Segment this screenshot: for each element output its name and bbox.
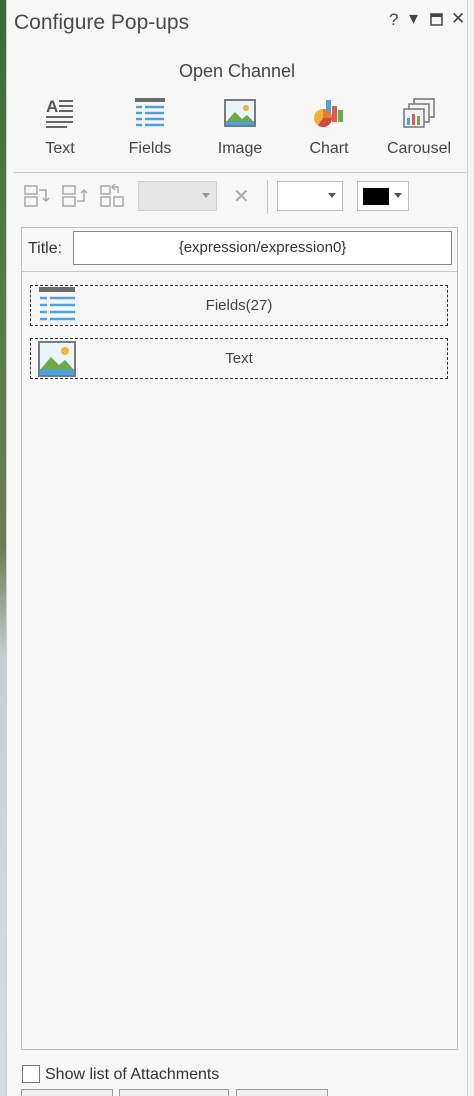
tool-label: Carousel (386, 140, 452, 157)
swap-icon (100, 183, 124, 207)
move-down-button[interactable] (60, 182, 90, 210)
bottom-button-2[interactable] (119, 1089, 229, 1096)
element-label: Text (225, 350, 253, 367)
help-icon[interactable]: ? (389, 10, 398, 30)
tool-label: Text (45, 140, 75, 157)
move-up-button[interactable] (22, 182, 52, 210)
chevron-down-icon (328, 193, 336, 198)
move-down-icon (62, 185, 88, 207)
tool-label: Chart (309, 140, 349, 157)
add-text-button[interactable]: A Text (23, 96, 97, 162)
delete-button[interactable]: ✕ (233, 184, 250, 209)
toolbar-separator (267, 180, 268, 214)
add-fields-button[interactable]: Fields (113, 96, 187, 162)
image-icon (224, 99, 256, 127)
chevron-down-icon[interactable]: ▾ (409, 8, 418, 29)
add-carousel-button[interactable]: Carousel (382, 96, 456, 162)
swap-button[interactable] (98, 182, 128, 210)
popup-element-fields[interactable]: Fields(27) (30, 285, 448, 326)
add-chart-button[interactable]: Chart (292, 96, 366, 162)
toolbar-divider (14, 172, 466, 173)
bottom-button-3[interactable] (236, 1089, 328, 1096)
layer-name: Open Channel (178, 61, 296, 81)
color-swatch (363, 188, 389, 205)
pane-title: Configure Pop-ups (14, 11, 190, 34)
element-label: Fields(27) (205, 297, 273, 314)
fields-icon (135, 98, 165, 127)
size-combo[interactable] (277, 181, 343, 211)
panel-divider (22, 271, 457, 272)
bottom-button-1[interactable] (21, 1089, 113, 1096)
show-attachments-label: Show list of Attachments (45, 1066, 220, 1083)
move-up-icon (24, 185, 50, 207)
show-attachments-checkbox[interactable] (22, 1065, 40, 1083)
title-label: Title: (28, 240, 63, 257)
carousel-icon (403, 98, 435, 128)
tool-label: Image (217, 140, 263, 157)
popup-element-text[interactable]: Text (30, 338, 448, 379)
add-image-button[interactable]: Image (203, 96, 277, 162)
tool-label: Fields (128, 140, 172, 157)
maximize-icon[interactable] (430, 11, 443, 31)
text-color-picker[interactable] (357, 181, 409, 211)
chevron-down-icon (394, 193, 402, 198)
title-input[interactable]: {expression/expression0} (73, 231, 452, 265)
text-icon: A (46, 97, 73, 128)
close-icon[interactable]: ✕ (451, 9, 465, 29)
font-combo[interactable] (138, 181, 217, 211)
svg-text:A: A (46, 97, 58, 116)
chevron-down-icon (202, 193, 210, 198)
chart-icon (314, 100, 343, 128)
